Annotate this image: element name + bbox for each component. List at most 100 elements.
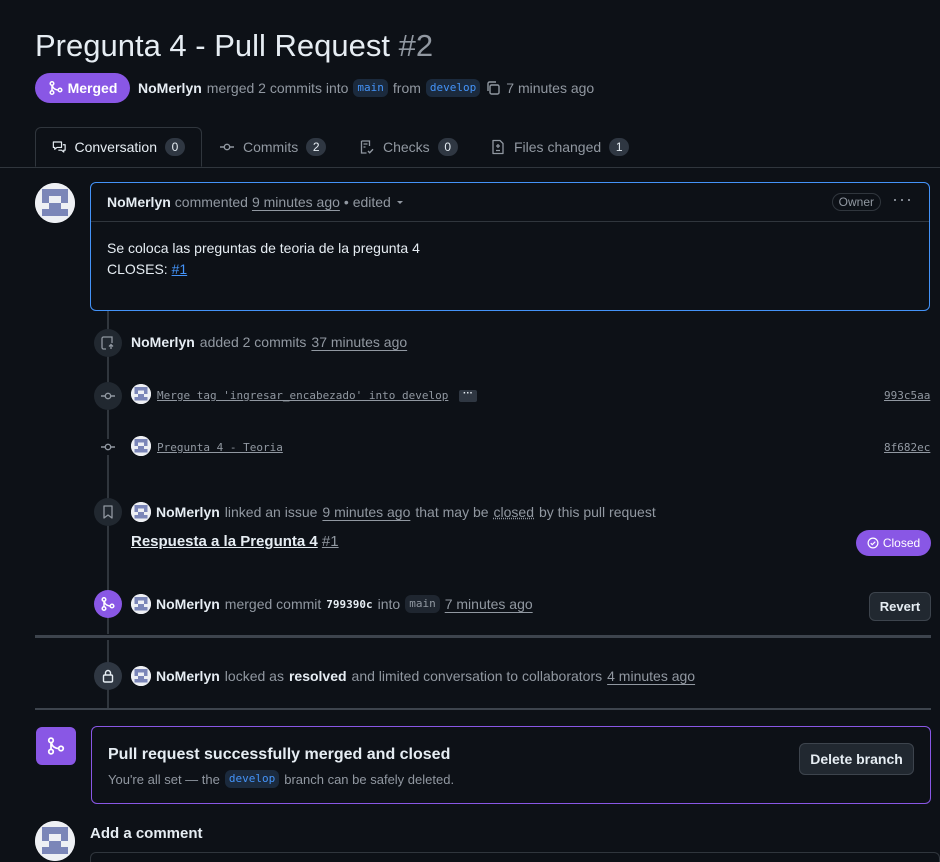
merge-commit-sha[interactable]: 799390c <box>326 598 372 611</box>
commit-sha-link[interactable]: 8f682ec <box>884 441 930 454</box>
merge-icon <box>101 596 115 612</box>
event-time[interactable]: 37 minutes ago <box>311 334 407 350</box>
check-circle-icon <box>867 537 879 549</box>
pr-time: 7 minutes ago <box>506 80 595 96</box>
event-text: added 2 commits <box>199 334 307 350</box>
tab-checks[interactable]: Checks 0 <box>359 127 458 167</box>
event-author[interactable]: NoMerlyn <box>156 504 220 520</box>
event-author[interactable]: NoMerlyn <box>156 668 220 684</box>
lock-badge <box>94 662 122 690</box>
identicon-icon <box>35 821 75 861</box>
lock-reason: resolved <box>288 668 347 684</box>
identicon-icon <box>131 594 151 614</box>
delete-branch-button[interactable]: Delete branch <box>799 743 914 775</box>
event-time[interactable]: 9 minutes ago <box>322 504 410 520</box>
comment-editor[interactable] <box>90 852 940 862</box>
commit-message-link[interactable]: Pregunta 4 - Teoria <box>157 441 283 454</box>
tab-conversation[interactable]: Conversation 0 <box>35 127 202 167</box>
file-diff-icon <box>492 139 504 155</box>
timeline-line <box>107 311 109 634</box>
commit-message-link[interactable]: Merge tag 'ingresar_encabezado' into dev… <box>157 389 448 402</box>
tab-counter: 0 <box>437 138 458 156</box>
merged-into-branch[interactable]: main <box>405 595 440 613</box>
comment-header: NoMerlyn commented 9 minutes ago • edite… <box>91 183 929 222</box>
merge-icon <box>47 737 65 755</box>
avatar[interactable] <box>35 183 75 223</box>
linked-issue-title[interactable]: Respuesta a la Pregunta 4 #1 <box>131 533 339 550</box>
tab-counter: 2 <box>306 138 327 156</box>
commit-avatar[interactable] <box>131 384 151 404</box>
deletable-branch[interactable]: develop <box>224 770 280 788</box>
event-time[interactable]: 4 minutes ago <box>607 668 695 684</box>
tab-commits[interactable]: Commits 2 <box>219 127 327 167</box>
merge-icon <box>49 80 63 96</box>
avatar[interactable] <box>35 821 75 861</box>
merged-event: NoMerlyn merged commit 799390c into main… <box>131 594 533 614</box>
pr-number: #2 <box>398 28 434 63</box>
revert-button[interactable]: Revert <box>869 592 931 621</box>
event-time[interactable]: 7 minutes ago <box>445 596 533 612</box>
linked-issue-event: NoMerlyn linked an issue 9 minutes ago t… <box>131 502 656 522</box>
lock-icon <box>102 669 114 683</box>
issue-link[interactable]: #1 <box>172 261 188 277</box>
event-text: and limited conversation to collaborator… <box>351 668 603 684</box>
timeline-divider <box>35 708 931 710</box>
desc-text: branch can be safely deleted. <box>284 771 455 787</box>
issue-closed-badge: Closed <box>856 530 931 556</box>
repo-push-badge <box>94 329 122 357</box>
bookmark-badge <box>94 498 122 526</box>
checklist-icon <box>360 140 374 154</box>
head-branch[interactable]: develop <box>425 79 481 97</box>
avatar[interactable] <box>131 666 151 686</box>
identicon-icon <box>131 436 151 456</box>
avatar[interactable] <box>131 502 151 522</box>
comment-time[interactable]: 9 minutes ago <box>252 194 340 210</box>
desc-text: You're all set — the <box>108 771 220 787</box>
comment-action: commented <box>174 194 248 210</box>
event-text: merged commit <box>224 596 322 612</box>
merge-status-box: Pull request successfully merged and clo… <box>91 726 931 804</box>
event-text: by this pull request <box>539 504 656 520</box>
bookmark-icon <box>103 505 113 519</box>
avatar[interactable] <box>131 594 151 614</box>
commits-event: NoMerlyn added 2 commits 37 minutes ago <box>131 334 407 350</box>
identicon-icon <box>131 666 151 686</box>
merge-status-icon <box>36 727 76 765</box>
pr-tabs: Conversation 0 Commits 2 Checks 0 Files … <box>0 127 940 168</box>
chevron-down-icon[interactable] <box>395 197 405 207</box>
commit-icon <box>101 392 115 400</box>
pr-author-link[interactable]: NoMerlyn <box>138 80 202 96</box>
kebab-menu-icon[interactable]: ··· <box>892 189 913 210</box>
event-author[interactable]: NoMerlyn <box>131 334 195 350</box>
event-author[interactable]: NoMerlyn <box>156 596 220 612</box>
issue-number[interactable]: #1 <box>322 533 339 550</box>
commit-badge <box>94 382 122 410</box>
copy-icon[interactable] <box>485 80 501 96</box>
issue-title[interactable]: Respuesta a la Pregunta 4 <box>131 533 318 550</box>
merge-status-desc: You're all set — the develop branch can … <box>108 770 454 788</box>
commit-sha-link[interactable]: 993c5aa <box>884 389 930 402</box>
tab-label: Files changed <box>514 139 602 155</box>
closes-label: CLOSES: <box>107 261 168 277</box>
tab-files-changed[interactable]: Files changed 1 <box>490 127 630 167</box>
identicon-icon <box>131 502 151 522</box>
commit-avatar[interactable] <box>131 436 151 456</box>
event-text: that may be <box>415 504 489 520</box>
comment-body: Se coloca las preguntas de teoria de la … <box>91 222 929 296</box>
edited-dropdown[interactable]: • edited <box>344 194 391 210</box>
merged-state-badge: Merged <box>35 73 130 103</box>
base-branch[interactable]: main <box>353 79 388 97</box>
add-comment-heading: Add a comment <box>90 825 203 842</box>
tab-label: Checks <box>383 139 430 155</box>
comment-author[interactable]: NoMerlyn <box>107 194 171 210</box>
event-text: into <box>377 596 401 612</box>
comment-text: Se coloca las preguntas de teoria de la … <box>107 240 420 256</box>
pr-title-text: Pregunta 4 - Pull Request <box>35 28 390 63</box>
tab-counter: 0 <box>165 138 185 156</box>
comment-box: NoMerlyn commented 9 minutes ago • edite… <box>90 182 930 311</box>
state-label: Merged <box>67 80 118 96</box>
expand-commit-button[interactable]: ··· <box>459 389 477 402</box>
closed-word: closed <box>493 504 534 520</box>
event-text: linked an issue <box>224 504 318 520</box>
from-text: from <box>392 80 421 96</box>
